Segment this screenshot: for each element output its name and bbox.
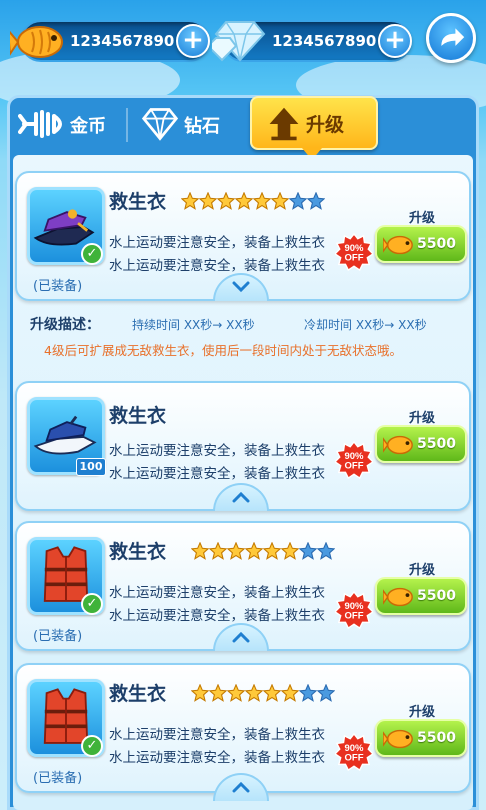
star-filled-icon — [191, 684, 209, 702]
star-filled-icon — [227, 684, 245, 702]
item-card-3: ✓ (已装备) 救生衣 水上运动要注意安全，装备上救生衣 水上运动要注意安全，装… — [15, 521, 471, 651]
tab-diamond-label: 钻石 — [184, 116, 220, 137]
star-empty-icon — [299, 542, 317, 560]
equipped-label: (已装备) — [33, 771, 83, 786]
item-desc-line-2: 水上运动要注意安全，装备上救生衣 — [109, 608, 325, 624]
item-card-4: ✓ (已装备) 救生衣 水上运动要注意安全，装备上救生衣 水上运动要注意安全，装… — [15, 663, 471, 801]
star-filled-icon — [209, 542, 227, 560]
star-filled-icon — [281, 542, 299, 560]
share-button[interactable] — [426, 13, 476, 63]
gold-fish-icon — [383, 435, 413, 455]
item-desc-line-2: 水上运动要注意安全，装备上救生衣 — [109, 466, 325, 482]
discount-text: 90% OFF — [344, 743, 364, 764]
tab-gold-label: 金币 — [70, 116, 106, 137]
chevron-up-icon — [232, 781, 250, 793]
equipped-check-icon: ✓ — [81, 735, 103, 757]
upgrade-arrow-icon — [269, 107, 299, 141]
diamond-outline-icon — [141, 108, 179, 141]
star-filled-icon — [245, 542, 263, 560]
item-list-cards: 100 救生衣 水上运动要注意安全，装备上救生衣 水上运动要注意安全，装备上救生… — [13, 155, 473, 810]
expand-toggle-button[interactable] — [213, 773, 269, 801]
item-desc-line-2: 水上运动要注意安全，装备上救生衣 — [109, 750, 325, 766]
item-card-2: 100 救生衣 水上运动要注意安全，装备上救生衣 水上运动要注意安全，装备上救生… — [15, 381, 471, 511]
upgrade-buy-button[interactable]: 5500 — [375, 577, 467, 615]
item-desc-line-1: 水上运动要注意安全，装备上救生衣 — [109, 443, 325, 459]
star-filled-icon — [263, 542, 281, 560]
equipped-check-icon: ✓ — [81, 593, 103, 615]
top-bar: 1234567890 + 1234567890 + — [0, 0, 486, 115]
gold-counter: 1234567890 + — [10, 20, 210, 62]
equipped-label: (已装备) — [33, 629, 83, 644]
chevron-up-icon — [232, 491, 250, 503]
price: 5500 — [417, 730, 456, 746]
star-filled-icon — [245, 684, 263, 702]
gold-fish-icon — [383, 587, 413, 607]
price: 5500 — [417, 588, 456, 604]
item-name: 救生衣 — [109, 405, 167, 427]
diamond-counter: 1234567890 + — [212, 20, 412, 62]
tab-bar: 金币 钻石 升级 — [10, 96, 476, 160]
item-name: 救生衣 — [109, 683, 167, 705]
discount-badge: 90% OFF — [335, 733, 373, 771]
tab-divider — [126, 108, 128, 142]
upgrade-buy-button[interactable]: 5500 — [375, 425, 467, 463]
upgrade-buy-button[interactable]: 5500 — [375, 719, 467, 757]
gold-fish-icon — [383, 729, 413, 749]
tab-gold[interactable]: 金币 — [18, 102, 128, 148]
gold-amount: 1234567890 — [70, 32, 175, 50]
star-filled-icon — [209, 684, 227, 702]
fish-bone-icon — [18, 110, 62, 138]
discount-text: 90% OFF — [344, 601, 364, 622]
diamond-amount: 1234567890 — [272, 32, 377, 50]
tab-diamond[interactable]: 钻石 — [136, 102, 246, 148]
star-filled-icon — [263, 684, 281, 702]
level-badge: 100 — [76, 458, 106, 476]
expand-toggle-button[interactable] — [213, 623, 269, 651]
diamond-icon — [212, 21, 266, 62]
chevron-up-icon — [232, 631, 250, 643]
gold-fish-icon — [10, 26, 63, 58]
item-name: 救生衣 — [109, 541, 167, 563]
star-filled-icon — [191, 542, 209, 560]
discount-badge: 90% OFF — [335, 441, 373, 479]
item-desc-line-1: 水上运动要注意安全，装备上救生衣 — [109, 727, 325, 743]
upgrade-label: 升级 — [409, 411, 436, 426]
star-empty-icon — [317, 684, 335, 702]
discount-text: 90% OFF — [344, 451, 364, 472]
tab-upgrade[interactable]: 升级 — [250, 96, 378, 160]
discount-badge: 90% OFF — [335, 591, 373, 629]
upgrade-label: 升级 — [409, 563, 436, 578]
tab-upgrade-label: 升级 — [306, 114, 345, 136]
item-desc-line-1: 水上运动要注意安全，装备上救生衣 — [109, 585, 325, 601]
upgrade-label: 升级 — [409, 705, 436, 720]
star-filled-icon — [227, 542, 245, 560]
star-empty-icon — [317, 542, 335, 560]
add-diamond-button[interactable]: + — [378, 24, 412, 58]
star-empty-icon — [299, 684, 317, 702]
price: 5500 — [417, 436, 456, 452]
star-filled-icon — [281, 684, 299, 702]
share-arrow-icon — [441, 28, 465, 46]
expand-toggle-button[interactable] — [213, 483, 269, 511]
add-gold-button[interactable]: + — [176, 24, 210, 58]
